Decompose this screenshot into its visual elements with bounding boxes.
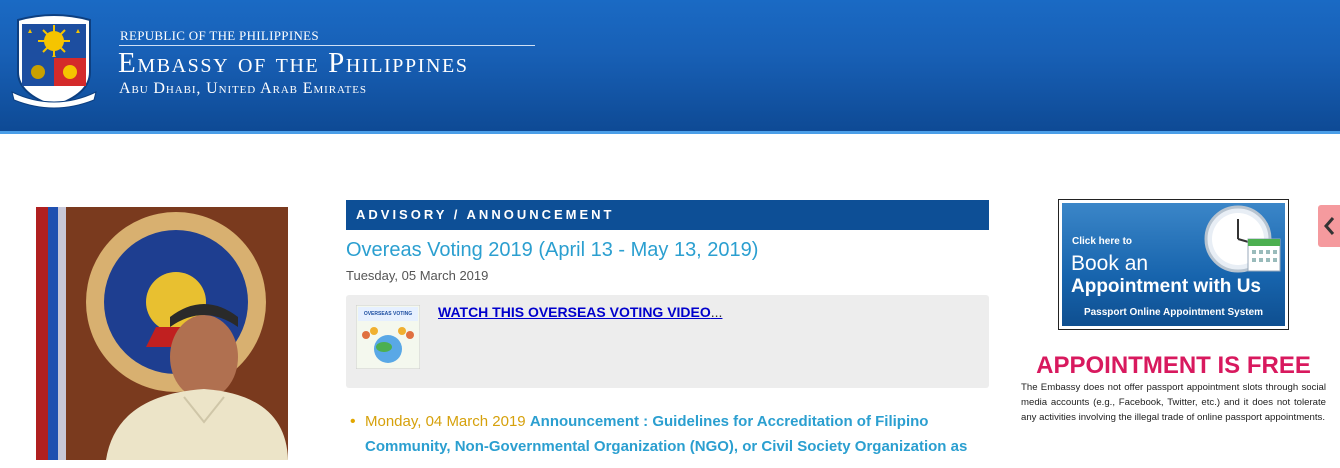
banner-background: Click here to Book an Appointment with U…: [1062, 203, 1285, 326]
chevron-left-icon: [1324, 217, 1335, 235]
president-portrait: [36, 207, 288, 460]
banner-system-text: Passport Online Appointment System: [1083, 307, 1264, 318]
philippine-seal-icon[interactable]: [8, 12, 100, 110]
watch-video-link[interactable]: WATCH THIS OVERSEAS VOTING VIDEO...: [438, 304, 722, 320]
header-divider: [119, 45, 535, 46]
link-ellipsis: ...: [710, 304, 723, 320]
advisory-date: Tuesday, 05 March 2019: [346, 268, 489, 283]
site-subtitle: Abu Dhabi, United Arab Emirates: [119, 80, 367, 97]
side-panel-toggle[interactable]: [1318, 205, 1340, 247]
appointment-free-notice: The Embassy does not offer passport appo…: [1021, 382, 1326, 423]
header-top-line: Republic of the Philippines: [120, 28, 319, 43]
book-appointment-banner[interactable]: Click here to Book an Appointment with U…: [1058, 199, 1289, 330]
advisory-header-bar: ADVISORY / ANNOUNCEMENT: [346, 200, 989, 230]
banner-book-text: Book an: [1071, 252, 1149, 275]
watch-video-link-text[interactable]: WATCH THIS OVERSEAS VOTING VIDEO: [438, 304, 711, 320]
list-item: Monday, 04 March 2019 Announcement : Gui…: [365, 409, 990, 459]
banner-click-text: Click here to: [1072, 236, 1133, 247]
overseas-voting-thumbnail[interactable]: OVERSEAS VOTING: [356, 305, 420, 369]
list-bullet-icon: •: [350, 413, 356, 430]
thumbnail-caption: OVERSEAS VOTING: [364, 311, 412, 317]
announcement-date: Monday, 04 March 2019: [365, 413, 526, 430]
site-title[interactable]: Embassy of the Philippines: [118, 47, 469, 80]
appointment-free-heading: APPOINTMENT IS FREE: [1036, 352, 1311, 379]
banner-appointment-text: Appointment with Us: [1071, 276, 1261, 297]
site-header: Republic of the Philippines Embassy of t…: [0, 0, 1340, 134]
advisory-card: OVERSEAS VOTING WATCH THIS OVERSEAS VOTI…: [346, 295, 989, 388]
advisory-title[interactable]: Overeas Voting 2019 (April 13 - May 13, …: [346, 239, 758, 262]
clock-calendar-icon: [1204, 205, 1281, 273]
